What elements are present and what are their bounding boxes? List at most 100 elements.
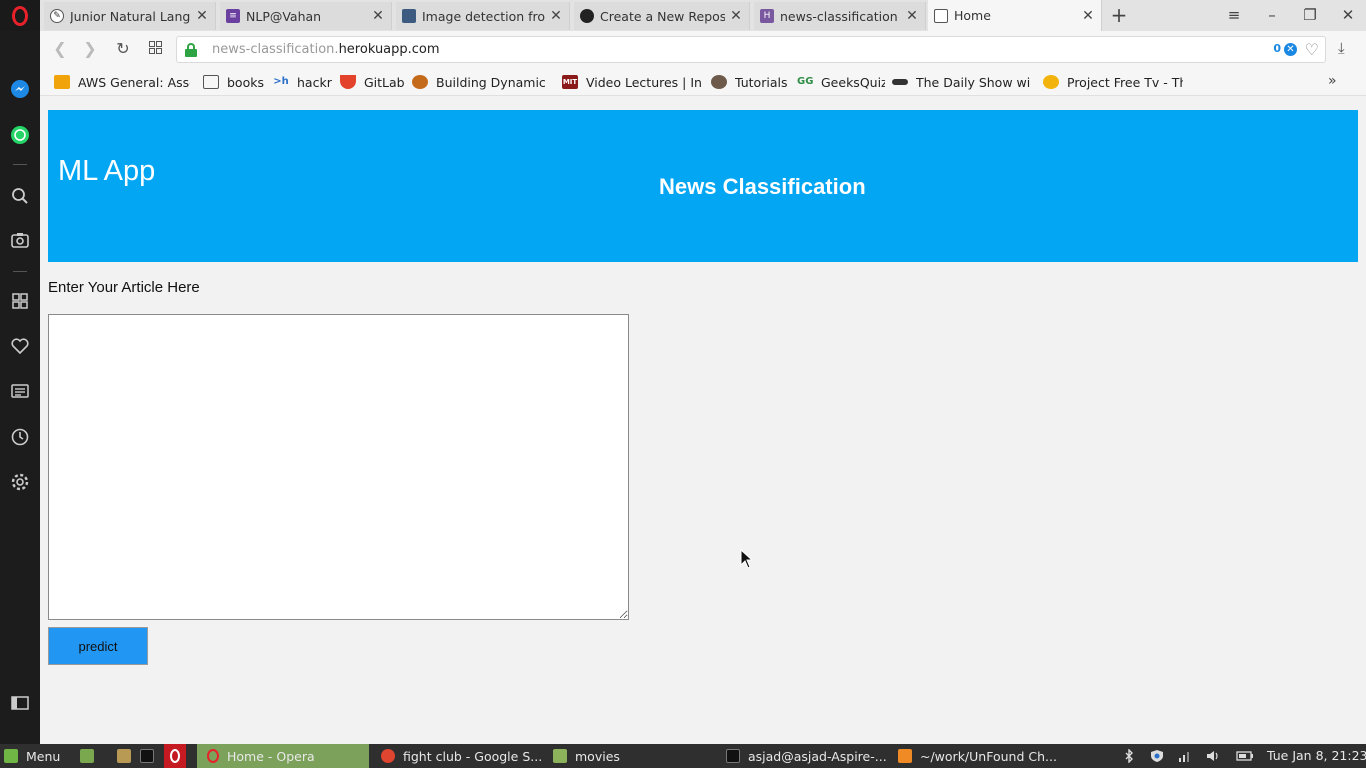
page-title: News Classification [659,174,866,199]
taskbar-window-sublime[interactable]: ~/work/UnFound Ch... [898,744,1058,768]
url-text[interactable]: news-classification.herokuapp.com [212,42,440,57]
tab-close-icon[interactable]: ✕ [1081,8,1095,24]
tab-favicon-icon: ✎ [50,9,64,23]
bookmark-heart-icon[interactable]: ♡ [1305,40,1319,59]
history-clock-icon[interactable] [9,426,31,448]
news-icon[interactable] [9,380,31,402]
sidebar-separator [13,271,27,272]
opera-menu-button[interactable] [0,0,40,31]
bookmark-daily-show[interactable]: The Daily Show with [892,73,1030,91]
bookmark-building-dynamic[interactable]: Building Dynamic W [412,73,550,91]
tab-strip: ✎ Junior Natural Languag ✕ ≡ NLP@Vahan ✕… [0,0,1366,31]
terminal-launcher[interactable] [140,744,158,768]
settings-gear-icon[interactable] [9,471,31,493]
network-signal-icon[interactable] [1178,749,1192,763]
opera-icon [207,749,219,763]
app-name: ML App [58,155,156,187]
download-icon[interactable]: ⤓ [1338,39,1345,57]
bookmark-label: Project Free Tv - The [1067,74,1183,90]
bookmark-books[interactable]: books [203,73,265,91]
url-subdomain: news-classification. [212,42,339,57]
predict-button[interactable]: predict [48,627,148,665]
bookmark-tutorials[interactable]: Tutorials [711,73,791,91]
minimize-icon[interactable]: – [1260,4,1284,26]
tab-image-detection[interactable]: Image detection from ✕ [396,2,570,30]
tab-grid-icon[interactable] [145,39,165,59]
tab-menu-icon[interactable]: ≡ [1222,4,1246,26]
bookmark-project-free-tv[interactable]: Project Free Tv - The [1043,73,1183,91]
taskbar-window-label: movies [575,748,620,764]
volume-icon[interactable] [1206,749,1220,763]
tab-close-icon[interactable]: ✕ [371,8,385,24]
tab-heroku[interactable]: H news-classification | H ✕ [754,2,926,30]
tab-title: NLP@Vahan [246,8,322,24]
taskbar-window-label: fight club - Google S... [403,748,541,764]
search-icon[interactable] [9,185,31,207]
reload-icon[interactable]: ↻ [113,39,133,59]
bookmark-label: AWS General: Assoc [78,74,190,90]
heart-bookmarks-icon[interactable] [9,335,31,357]
hackr-icon: >h [273,76,289,87]
taskbar-window-terminal[interactable]: asjad@asjad-Aspire-... [726,744,886,768]
folder-icon [117,749,131,763]
sidebar-toggle-icon[interactable] [9,692,31,714]
address-field[interactable]: news-classification.herokuapp.com 0 ✕ ♡ [176,36,1326,63]
url-domain: herokuapp.com [338,42,440,57]
terminal-icon [140,749,154,763]
bookmark-label: GeeksQuiz [821,74,885,90]
opera-launcher[interactable] [164,744,186,768]
mit-ocw-icon: MIT [562,75,578,89]
battery-icon[interactable] [1236,749,1254,763]
tab-create-repository[interactable]: Create a New Reposito ✕ [574,2,750,30]
clock[interactable]: Tue Jan 8, 21:23 [1267,748,1366,763]
taskbar-window-label: ~/work/UnFound Ch... [920,748,1057,764]
tab-title: Image detection from [422,8,545,24]
speed-dial-icon[interactable] [9,290,31,312]
bookmark-geeksquiz[interactable]: GG GeeksQuiz [797,73,885,91]
files-launcher[interactable] [117,744,135,768]
bookmark-label: Tutorials [735,74,788,90]
forward-icon[interactable]: ❯ [80,39,100,59]
bookmark-label: books [227,74,264,90]
bookmark-video-lectures[interactable]: MIT Video Lectures | Int [562,73,702,91]
tab-nlp-vahan[interactable]: ≡ NLP@Vahan ✕ [220,2,392,30]
adblock-shield-icon[interactable]: ✕ [1284,43,1297,56]
bookmark-aws[interactable]: AWS General: Assoc [54,73,190,91]
bookmark-label: Video Lectures | Int [586,74,702,90]
github-icon [580,9,594,23]
update-shield-icon[interactable] [1150,749,1164,763]
close-window-icon[interactable]: ✕ [1336,4,1360,26]
tab-close-icon[interactable]: ✕ [729,8,743,24]
article-textarea[interactable] [48,314,629,620]
bookmarks-more-icon[interactable]: » [1328,73,1337,89]
show-desktop-launcher[interactable] [80,744,98,768]
tab-home[interactable]: Home ✕ [928,0,1102,31]
restore-icon[interactable]: ❐ [1298,4,1322,26]
whatsapp-icon[interactable] [9,124,31,146]
snapshot-camera-icon[interactable] [9,229,31,251]
page-header: ML App News Classification [48,110,1358,262]
taskbar-window-movies[interactable]: movies [553,744,713,768]
tab-close-icon[interactable]: ✕ [195,8,209,24]
geeks-icon: GG [797,76,814,87]
bluetooth-icon[interactable] [1122,748,1136,764]
start-menu-button[interactable]: Menu [4,744,70,768]
taskbar-window-chrome[interactable]: fight club - Google S... [381,744,541,768]
adblock-count: 0 [1273,42,1281,55]
back-icon[interactable]: ❮ [50,39,70,59]
tab-close-icon[interactable]: ✕ [905,8,919,24]
folder-icon [553,749,567,763]
tab-close-icon[interactable]: ✕ [549,8,563,24]
tab-junior-nlp[interactable]: ✎ Junior Natural Languag ✕ [44,2,216,30]
bookmark-label: Building Dynamic W [436,74,550,90]
messenger-icon[interactable] [9,78,31,100]
bookmark-gitlab[interactable]: GitLab [340,73,405,91]
taskbar-window-opera[interactable]: Home - Opera [197,744,369,768]
taskbar-window-label: Home - Opera [227,748,315,764]
bookmarks-bar: AWS General: Assoc books >h hackr GitLab… [40,68,1366,96]
bookmark-hackr[interactable]: >h hackr [273,73,333,91]
folder-icon [203,75,219,89]
tab-favicon-icon [402,9,416,23]
sidebar-separator [13,164,27,165]
new-tab-button[interactable]: + [1110,5,1128,25]
